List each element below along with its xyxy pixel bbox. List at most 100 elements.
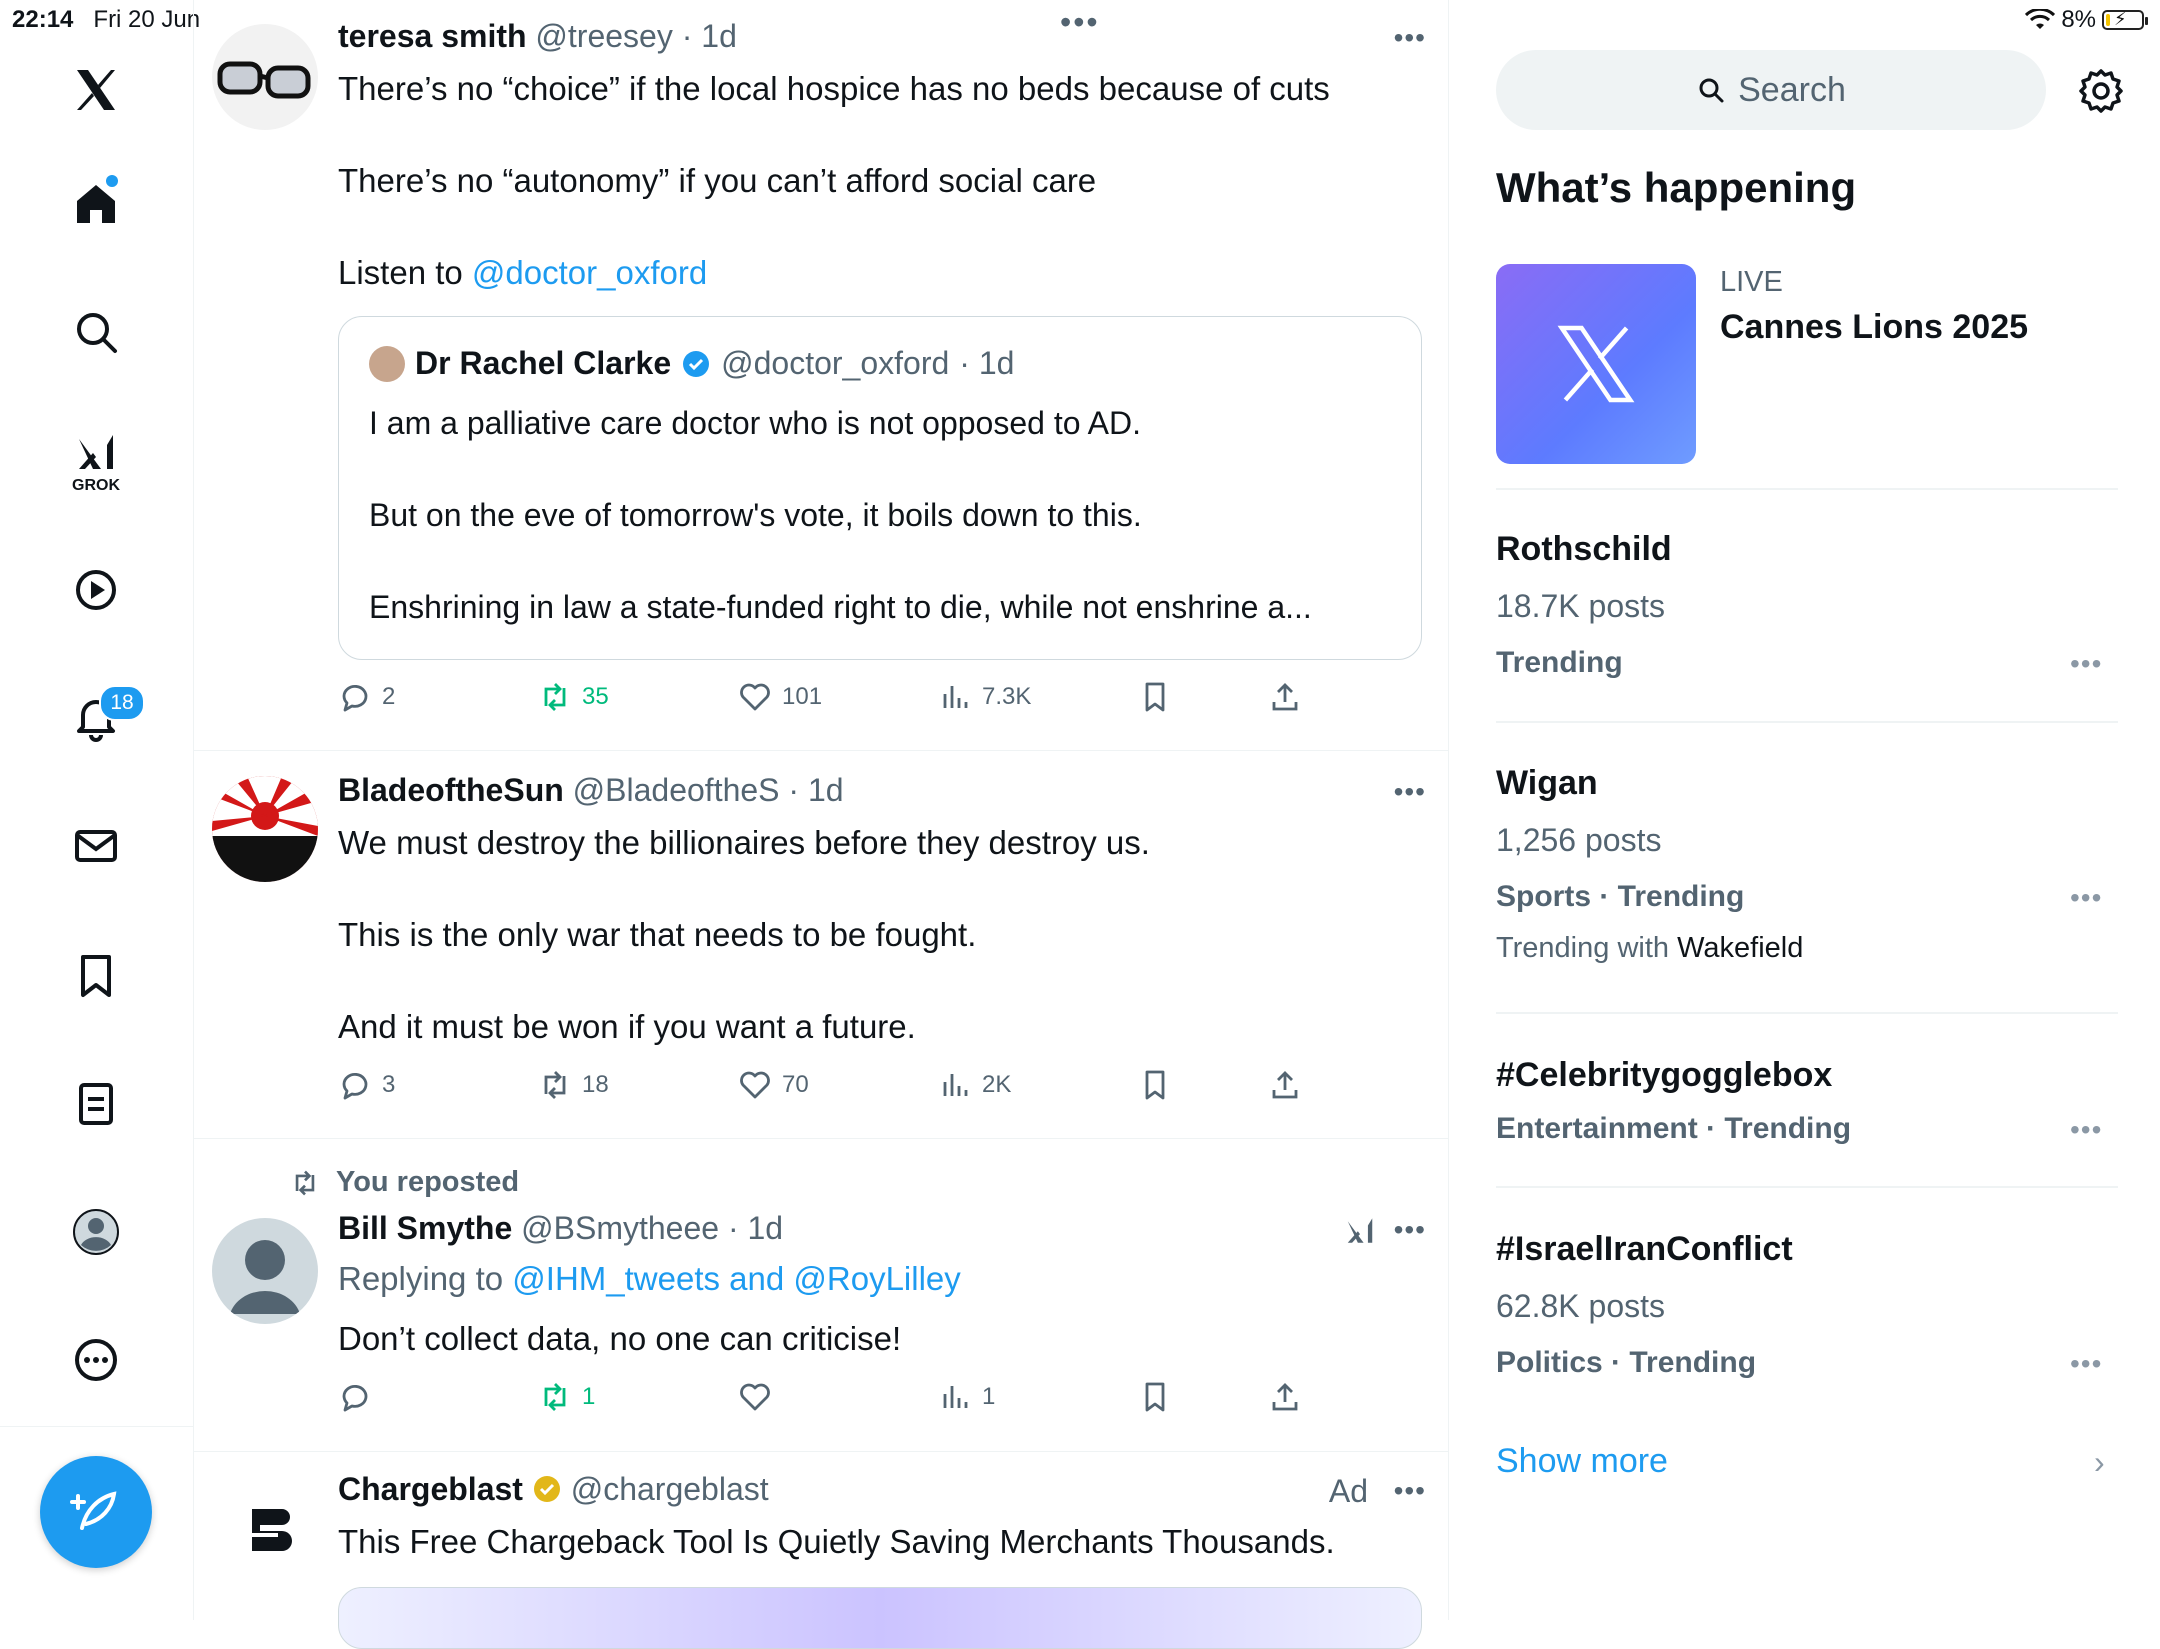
post-time: · 1d [788, 772, 844, 808]
like-button[interactable]: 101 [738, 680, 822, 714]
post-bladeofthesun[interactable]: BladeoftheSun @BladeoftheS · 1d ••• We m… [194, 750, 1448, 1139]
reposted-indicator: You reposted [288, 1166, 519, 1199]
post-actions: 3 18 70 2K [338, 1068, 1498, 1108]
avatar[interactable] [212, 776, 318, 882]
compose-post-button[interactable] [40, 1456, 152, 1568]
repost-button[interactable]: 18 [538, 1068, 609, 1102]
post-text-line: We must destroy the billionaires before … [338, 824, 1150, 861]
quote-text-line: I am a palliative care doctor who is not… [369, 405, 1141, 441]
trend-title[interactable]: Wigan [1496, 764, 1598, 803]
trend-more-button[interactable]: ••• [2070, 1114, 2102, 1146]
home-unread-dot [106, 175, 118, 187]
author-handle[interactable]: @BSmytheee [521, 1210, 719, 1246]
trend-related-term[interactable]: Wakefield [1677, 932, 1803, 964]
author-name[interactable]: BladeoftheSun [338, 772, 564, 808]
post-more-button[interactable]: ••• [1394, 1475, 1426, 1507]
video-play-icon[interactable] [66, 560, 126, 620]
like-button[interactable]: 70 [738, 1068, 809, 1102]
trend-post-count: 18.7K posts [1496, 588, 1665, 624]
status-indicators: 8% ⚡ [2025, 6, 2148, 34]
avatar[interactable] [212, 1475, 318, 1581]
replying-to-mentions[interactable]: @IHM_tweets and @RoyLilley [512, 1260, 961, 1297]
bookmark-button[interactable] [1138, 680, 1172, 714]
share-upload-icon [1272, 683, 1298, 711]
settings-gear-icon[interactable] [2076, 66, 2126, 116]
replying-to-prefix: Replying to [338, 1260, 504, 1297]
author-name[interactable]: Bill Smythe [338, 1210, 512, 1246]
views-chart-icon [943, 686, 968, 708]
post-more-button[interactable]: ••• [1394, 776, 1426, 808]
lists-icon[interactable] [66, 1074, 126, 1134]
trend-more-button[interactable]: ••• [2070, 1348, 2102, 1380]
verified-gold-badge-icon [533, 1476, 560, 1502]
author-name[interactable]: Chargeblast [338, 1471, 523, 1507]
author-name[interactable]: teresa smith [338, 18, 527, 54]
more-options-icon[interactable] [66, 1330, 126, 1390]
explore-search-icon[interactable] [66, 302, 126, 362]
bookmark-button[interactable] [1138, 1068, 1172, 1102]
views-button[interactable]: 2K [938, 1068, 1011, 1102]
chevron-right-icon[interactable]: › [2094, 1444, 2105, 1481]
trend-post-count: 1,256 posts [1496, 822, 1662, 858]
show-more-link[interactable]: Show more [1496, 1442, 1668, 1481]
share-button[interactable] [1268, 1380, 1302, 1414]
search-input[interactable]: Search [1496, 50, 2046, 130]
post-more-button[interactable]: ••• [1394, 22, 1426, 54]
repost-count: 1 [582, 1383, 596, 1410]
ad-media-card[interactable] [338, 1587, 1422, 1649]
post-time: · 1d [681, 18, 737, 54]
trend-more-button[interactable]: ••• [2070, 882, 2102, 914]
views-count: 2K [982, 1071, 1012, 1098]
repost-button[interactable]: 1 [538, 1380, 595, 1414]
author-handle[interactable]: @treesey [535, 18, 672, 54]
views-count: 1 [982, 1383, 996, 1410]
share-button[interactable] [1268, 680, 1302, 714]
author-handle[interactable]: @chargeblast [571, 1471, 769, 1507]
reposted-label: You reposted [336, 1166, 520, 1198]
x-logo-icon [1557, 325, 1635, 403]
post-text-line: This is the only war that needs to be fo… [338, 916, 977, 953]
share-upload-icon [1272, 1071, 1298, 1099]
like-button[interactable] [738, 1380, 782, 1414]
views-chart-icon [943, 1074, 968, 1096]
avatar[interactable] [212, 1218, 318, 1324]
reply-icon [342, 684, 368, 712]
reply-button[interactable]: 2 [338, 680, 395, 714]
avatar[interactable] [212, 24, 318, 130]
share-button[interactable] [1268, 1068, 1302, 1102]
reply-button[interactable] [338, 1380, 382, 1414]
grok-explain-icon[interactable] [1342, 1214, 1378, 1250]
views-button[interactable]: 7.3K [938, 680, 1031, 714]
post-more-button[interactable]: ••• [1394, 1214, 1426, 1246]
x-logo-icon[interactable] [66, 60, 126, 120]
ad-label: Ad [1328, 1473, 1368, 1509]
repost-icon [544, 1071, 566, 1099]
author-handle[interactable]: @BladeoftheS [573, 772, 780, 808]
trend-more-button[interactable]: ••• [2070, 648, 2102, 680]
live-label: LIVE [1720, 266, 1783, 298]
bookmarks-icon[interactable] [66, 946, 126, 1006]
trend-title[interactable]: #Celebritygogglebox [1496, 1056, 1832, 1095]
profile-avatar-icon[interactable] [66, 1202, 126, 1262]
mention-link[interactable]: @doctor_oxford [472, 254, 707, 291]
reply-icon [342, 1384, 368, 1412]
reply-button[interactable]: 3 [338, 1068, 395, 1102]
post-chargeblast-ad[interactable]: Chargeblast @chargeblast Ad ••• This Fre… [194, 1451, 1448, 1649]
like-count: 70 [782, 1071, 809, 1098]
bookmark-button[interactable] [1138, 1380, 1172, 1414]
repost-button[interactable]: 35 [538, 680, 609, 714]
live-event-title[interactable]: Cannes Lions 2025 [1720, 308, 2028, 347]
trend-title[interactable]: Rothschild [1496, 530, 1672, 569]
post-bill-smythe[interactable]: You reposted Bill Smythe @BSmytheee · 1d… [194, 1138, 1448, 1452]
views-button[interactable]: 1 [938, 1380, 995, 1414]
post-actions: 1 1 [338, 1380, 1498, 1420]
quoted-post[interactable]: Dr Rachel Clarke @doctor_oxford · 1d I a… [338, 316, 1422, 660]
messages-mail-icon[interactable] [66, 816, 126, 876]
trend-separator [1496, 721, 2118, 723]
post-teresa-smith[interactable]: teresa smith @treesey · 1d ••• There’s n… [194, 0, 1448, 751]
repost-icon [295, 1170, 315, 1195]
live-event-thumbnail[interactable] [1496, 264, 1696, 464]
grok-icon[interactable] [66, 424, 126, 484]
status-clock: 22:14 [12, 6, 74, 33]
trend-title[interactable]: #IsraelIranConflict [1496, 1230, 1793, 1269]
